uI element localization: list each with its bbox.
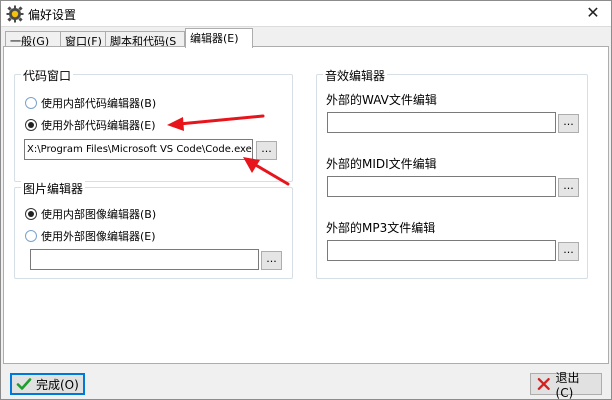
mp3-editor-label: 外部的MP3文件编辑 (326, 221, 436, 235)
title-bar: 偏好设置 ✕ (1, 1, 611, 27)
mp3-editor-browse-button[interactable]: ... (558, 242, 579, 261)
gear-icon (6, 5, 24, 23)
wav-editor-label: 外部的WAV文件编辑 (326, 93, 437, 107)
radio-button[interactable] (25, 97, 37, 109)
image-editor-path-input[interactable] (30, 249, 259, 270)
x-icon (537, 377, 550, 391)
code-editor-browse-button[interactable]: ... (256, 141, 277, 160)
group-title: 音效编辑器 (323, 67, 388, 84)
tab-label: 编辑器(E) (190, 32, 239, 45)
editor-tab-pane: 代码窗口 使用内部代码编辑器(B) 使用外部代码编辑器(E) X:\Progra… (3, 46, 609, 364)
radio-label: 使用内部图像编辑器(B) (41, 208, 157, 221)
checkmark-icon (16, 378, 32, 390)
ok-label: 完成(O) (36, 377, 79, 392)
external-code-editor-radio[interactable]: 使用外部代码编辑器(E) (25, 117, 156, 133)
image-editor-group: 图片编辑器 使用内部图像编辑器(B) 使用外部图像编辑器(E) ... (14, 180, 293, 279)
radio-label: 使用外部图像编辑器(E) (41, 230, 156, 243)
tab-editor[interactable]: 编辑器(E) (185, 28, 253, 48)
internal-code-editor-radio[interactable]: 使用内部代码编辑器(B) (25, 95, 156, 111)
wav-editor-path-input[interactable] (327, 112, 556, 133)
radio-button[interactable] (25, 119, 37, 131)
close-icon: ✕ (586, 3, 600, 22)
wav-editor-browse-button[interactable]: ... (558, 114, 579, 133)
tab-strip: 一般(G) 窗口(F) 脚本和代码(S 编辑器(E) (3, 28, 609, 48)
code-editor-path-input[interactable]: X:\Program Files\Microsoft VS Code\Code.… (24, 139, 253, 160)
group-title: 图片编辑器 (21, 180, 86, 197)
midi-editor-label: 外部的MIDI文件编辑 (326, 157, 437, 171)
preferences-window: 偏好设置 ✕ 一般(G) 窗口(F) 脚本和代码(S 编辑器(E) 代码窗口 使… (0, 0, 612, 400)
cancel-label: 退出(C) (555, 370, 580, 400)
close-button[interactable]: ✕ (581, 2, 605, 24)
cancel-button[interactable]: 退出(C) (530, 371, 602, 400)
internal-image-editor-radio[interactable]: 使用内部图像编辑器(B) (25, 206, 156, 222)
tab-window[interactable]: 窗口(F) (60, 31, 106, 47)
group-title: 代码窗口 (21, 67, 74, 84)
ok-button[interactable]: 完成(O) (10, 373, 85, 395)
tab-general[interactable]: 一般(G) (5, 31, 61, 47)
window-title: 偏好设置 (28, 8, 77, 22)
code-window-group: 代码窗口 使用内部代码编辑器(B) 使用外部代码编辑器(E) X:\Progra… (14, 67, 293, 182)
mp3-editor-path-input[interactable] (327, 240, 556, 261)
radio-button[interactable] (25, 208, 37, 220)
sound-editor-group: 音效编辑器 外部的WAV文件编辑 ... 外部的MIDI文件编辑 ... 外部的… (316, 67, 588, 279)
radio-button[interactable] (25, 230, 37, 242)
radio-label: 使用外部代码编辑器(E) (41, 119, 156, 132)
image-editor-browse-button[interactable]: ... (261, 251, 282, 270)
midi-editor-path-input[interactable] (327, 176, 556, 197)
midi-editor-browse-button[interactable]: ... (558, 178, 579, 197)
radio-label: 使用内部代码编辑器(B) (41, 97, 157, 110)
external-image-editor-radio[interactable]: 使用外部图像编辑器(E) (25, 228, 156, 244)
tab-scripts-code[interactable]: 脚本和代码(S (105, 31, 185, 47)
